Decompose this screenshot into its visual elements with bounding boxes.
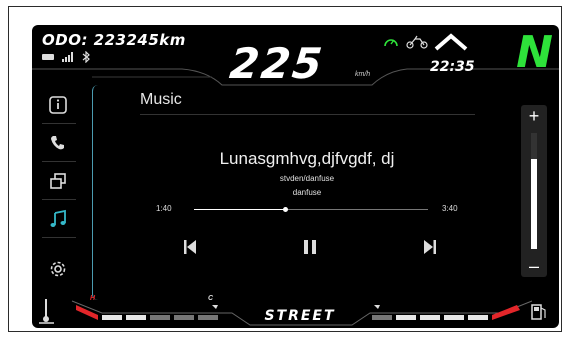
volume-down-button[interactable]: –	[521, 255, 547, 277]
odometer-readout: ODO: 223245km	[42, 31, 186, 49]
song-title: Lunasgmhvg,djfvgdf, dj	[219, 149, 395, 168]
battery-icon	[42, 54, 54, 60]
volume-up-button[interactable]: +	[521, 105, 547, 127]
settings-gear-icon	[50, 261, 66, 277]
progress-fill	[194, 209, 286, 210]
temp-cold-marker: C	[208, 295, 214, 302]
temp-hot-marker: H	[90, 295, 96, 302]
phone-icon	[51, 136, 64, 150]
next-track-button[interactable]	[420, 237, 440, 257]
song-album: danfuse	[292, 188, 322, 197]
sidebar	[32, 85, 84, 300]
sidebar-item-music[interactable]	[46, 207, 70, 231]
skip-previous-icon	[184, 240, 196, 254]
progress-bar[interactable]	[194, 207, 428, 212]
info-icon	[49, 96, 67, 114]
progress-knob[interactable]	[283, 207, 289, 212]
pause-icon	[304, 240, 316, 254]
riding-mode: STREET	[264, 308, 336, 324]
pause-button[interactable]	[300, 237, 320, 257]
sidebar-item-info[interactable]	[46, 93, 70, 117]
song-artist: stvden/danfuse	[279, 174, 335, 183]
title-divider	[140, 114, 475, 115]
dashboard-screen: ODO: 223245km 225 km/h 22:35 N Music Lun…	[32, 25, 559, 328]
status-icons	[42, 51, 91, 63]
abs-rider-mode-icon	[406, 35, 428, 49]
speed-unit: km/h	[355, 71, 371, 78]
page-title: Music	[140, 91, 182, 108]
sidebar-active-rail	[92, 85, 99, 300]
volume-slider[interactable]	[531, 133, 537, 249]
speed-readout: 225	[227, 39, 327, 88]
coolant-temperature-icon	[39, 299, 54, 324]
previous-track-button[interactable]	[180, 237, 200, 257]
windows-icon	[50, 173, 66, 189]
sidebar-item-phone[interactable]	[46, 131, 70, 155]
gear-indicator: N	[516, 27, 553, 78]
display-frame: ODO: 223245km 225 km/h 22:35 N Music Lun…	[8, 6, 562, 332]
traction-control-icon	[384, 39, 398, 47]
clock: 22:35	[430, 59, 475, 75]
sidebar-item-settings[interactable]	[46, 257, 70, 281]
volume-fill	[531, 158, 537, 249]
fuel-pump-icon	[531, 304, 546, 320]
current-time: 1:40	[156, 204, 172, 213]
total-time: 3:40	[442, 204, 458, 213]
music-note-icon	[50, 209, 66, 227]
signal-strength-icon	[62, 52, 73, 62]
volume-control: + –	[521, 105, 547, 277]
high-beam-chevron-icon	[434, 33, 468, 51]
sidebar-item-windows[interactable]	[46, 169, 70, 193]
bluetooth-icon	[82, 51, 90, 63]
skip-next-icon	[424, 240, 436, 254]
